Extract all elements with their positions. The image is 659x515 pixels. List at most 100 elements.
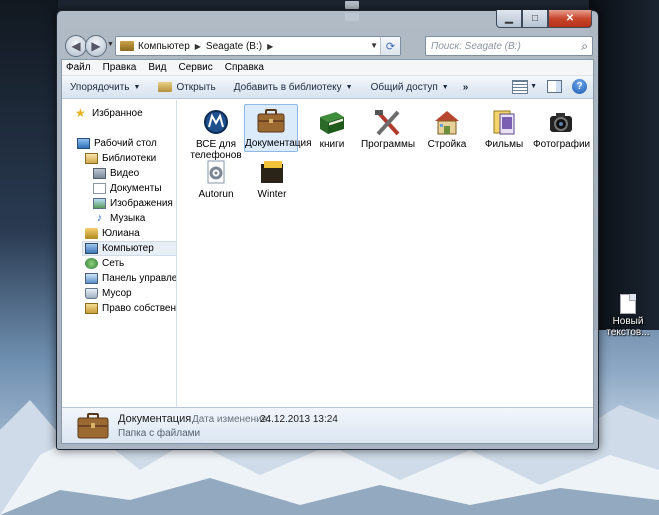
nav-label: Сеть [102, 258, 125, 269]
drive-icon [120, 41, 134, 51]
music-icon: ♪ [96, 212, 103, 224]
film-icon [488, 108, 520, 136]
details-name: Документация [118, 413, 192, 425]
nav-video[interactable]: Видео [93, 166, 139, 181]
caption-buttons: ▁ □ ✕ [496, 10, 592, 29]
documents-icon [93, 183, 106, 194]
arrow-left-icon: ◀ [71, 39, 81, 53]
nav-trash[interactable]: Мусор [85, 286, 132, 301]
history-dropdown-icon[interactable]: ▼ [107, 41, 114, 48]
open-label: Открыть [176, 81, 216, 93]
breadcrumb-drive[interactable]: Seagate (B:) [206, 41, 262, 52]
book-icon [316, 108, 348, 136]
nav-label: Видео [110, 168, 140, 179]
nav-computer[interactable]: Компьютер [82, 241, 176, 256]
file-item[interactable]: Фильмы [476, 106, 532, 150]
view-mode-icon[interactable] [512, 79, 529, 94]
menu-file[interactable]: Файл [66, 62, 91, 73]
tools-icon [372, 108, 404, 136]
file-item[interactable]: ВСЕ для телефонов [188, 106, 244, 161]
search-placeholder: Поиск: Seagate (B:) [431, 40, 521, 52]
file-item[interactable]: Winter [244, 156, 300, 200]
forward-button[interactable]: ▶ [85, 35, 107, 57]
file-item[interactable]: Autorun [188, 156, 244, 200]
star-icon: ★ [75, 106, 86, 120]
nav-user[interactable]: Юлиана [85, 226, 140, 241]
nav-control-panel[interactable]: Панель управления [85, 271, 176, 286]
nav-label: Изображения [110, 198, 173, 209]
maximize-button[interactable]: □ [522, 10, 548, 28]
dropdown-icon: ▼ [133, 83, 141, 91]
file-name: Фильмы [484, 139, 524, 150]
desktop-text-file[interactable]: Новый текстов... [604, 294, 652, 338]
file-name: Стройка [427, 139, 467, 150]
file-name: книги [319, 139, 345, 150]
preview-pane-icon[interactable] [547, 80, 562, 93]
share-button[interactable]: Общий доступ ▼ [371, 82, 449, 93]
menu-edit[interactable]: Правка [103, 62, 137, 73]
nav-images[interactable]: Изображения [93, 196, 173, 211]
details-date-label: Дата изменения: [192, 414, 270, 425]
recycle-bin-icon [85, 288, 98, 299]
minimize-button[interactable]: ▁ [496, 10, 522, 28]
menu-view[interactable]: Вид [148, 62, 166, 73]
nav-label: Библиотеки [102, 153, 157, 164]
address-bar[interactable]: Компьютер ▶ Seagate (B:) ▶ ▼ ⟳ [115, 36, 401, 56]
nav-documents[interactable]: Документы [93, 181, 162, 196]
library-icon [85, 153, 98, 164]
control-panel-icon [85, 273, 98, 284]
nav-favorites[interactable]: ★ Избранное [75, 106, 143, 121]
file-item[interactable]: Фотографии [533, 106, 591, 150]
menu-tools[interactable]: Сервис [178, 62, 212, 73]
more-commands-button[interactable]: » [463, 82, 469, 93]
back-button[interactable]: ◀ [65, 35, 87, 57]
nav-network[interactable]: Сеть [85, 256, 124, 271]
dropdown-icon: ▼ [441, 83, 449, 91]
folder-icon [85, 303, 98, 314]
organize-label: Упорядочить [70, 81, 130, 93]
breadcrumb-separator-icon[interactable]: ▶ [195, 42, 201, 51]
file-list: ВСЕ для телефонов Документация книги Про… [178, 100, 593, 407]
file-item[interactable]: Стройка [419, 106, 475, 150]
navigation-pane: ★ Избранное Рабочий стол Библиотеки Видео… [62, 100, 177, 407]
images-icon [93, 198, 106, 209]
share-label: Общий доступ [370, 81, 438, 93]
folder-icon [256, 158, 288, 186]
help-icon[interactable]: ? [572, 79, 587, 94]
file-item[interactable]: книги [304, 106, 360, 150]
nav-label: Музыка [110, 213, 146, 224]
open-button[interactable]: Открыть [158, 81, 216, 93]
close-button[interactable]: ✕ [548, 10, 592, 28]
view-dropdown-icon[interactable]: ▼ [530, 83, 537, 90]
camera-icon [545, 108, 577, 136]
dropdown-icon: ▼ [345, 83, 353, 91]
menu-help[interactable]: Справка [225, 62, 264, 73]
file-item-selected[interactable]: Документация [244, 104, 312, 152]
nav-libraries[interactable]: Библиотеки [85, 151, 156, 166]
details-type: Папка с файлами [118, 428, 201, 439]
nav-label: Документы [110, 183, 162, 194]
desktop-top-icons [345, 0, 485, 21]
file-name: Документация [245, 138, 312, 149]
briefcase-icon [76, 412, 110, 440]
file-item[interactable]: Программы [360, 106, 416, 150]
arrow-right-icon: ▶ [91, 39, 101, 53]
breadcrumb-computer[interactable]: Компьютер [138, 41, 190, 52]
explorer-pane: Файл Правка Вид Сервис Справка Упорядочи… [61, 59, 594, 444]
search-input[interactable]: Поиск: Seagate (B:) ⌕ [425, 36, 593, 56]
autorun-icon [200, 158, 232, 186]
nav-desktop[interactable]: Рабочий стол [77, 136, 157, 151]
breadcrumb-separator-icon[interactable]: ▶ [267, 42, 273, 51]
nav-property[interactable]: Право собственности [85, 301, 176, 316]
file-name: Фотографии [533, 139, 591, 150]
search-icon[interactable]: ⌕ [581, 39, 588, 54]
organize-button[interactable]: Упорядочить ▼ [70, 82, 140, 93]
file-name: Winter [257, 189, 287, 200]
nav-label: Компьютер [102, 243, 154, 254]
refresh-icon[interactable]: ⟳ [380, 37, 400, 55]
nav-music[interactable]: ♪ Музыка [93, 211, 146, 226]
add-to-library-button[interactable]: Добавить в библиотеку ▼ [234, 82, 353, 93]
address-dropdown-icon[interactable]: ▼ [370, 41, 378, 50]
briefcase-icon [255, 107, 287, 135]
motorola-icon [200, 108, 232, 136]
